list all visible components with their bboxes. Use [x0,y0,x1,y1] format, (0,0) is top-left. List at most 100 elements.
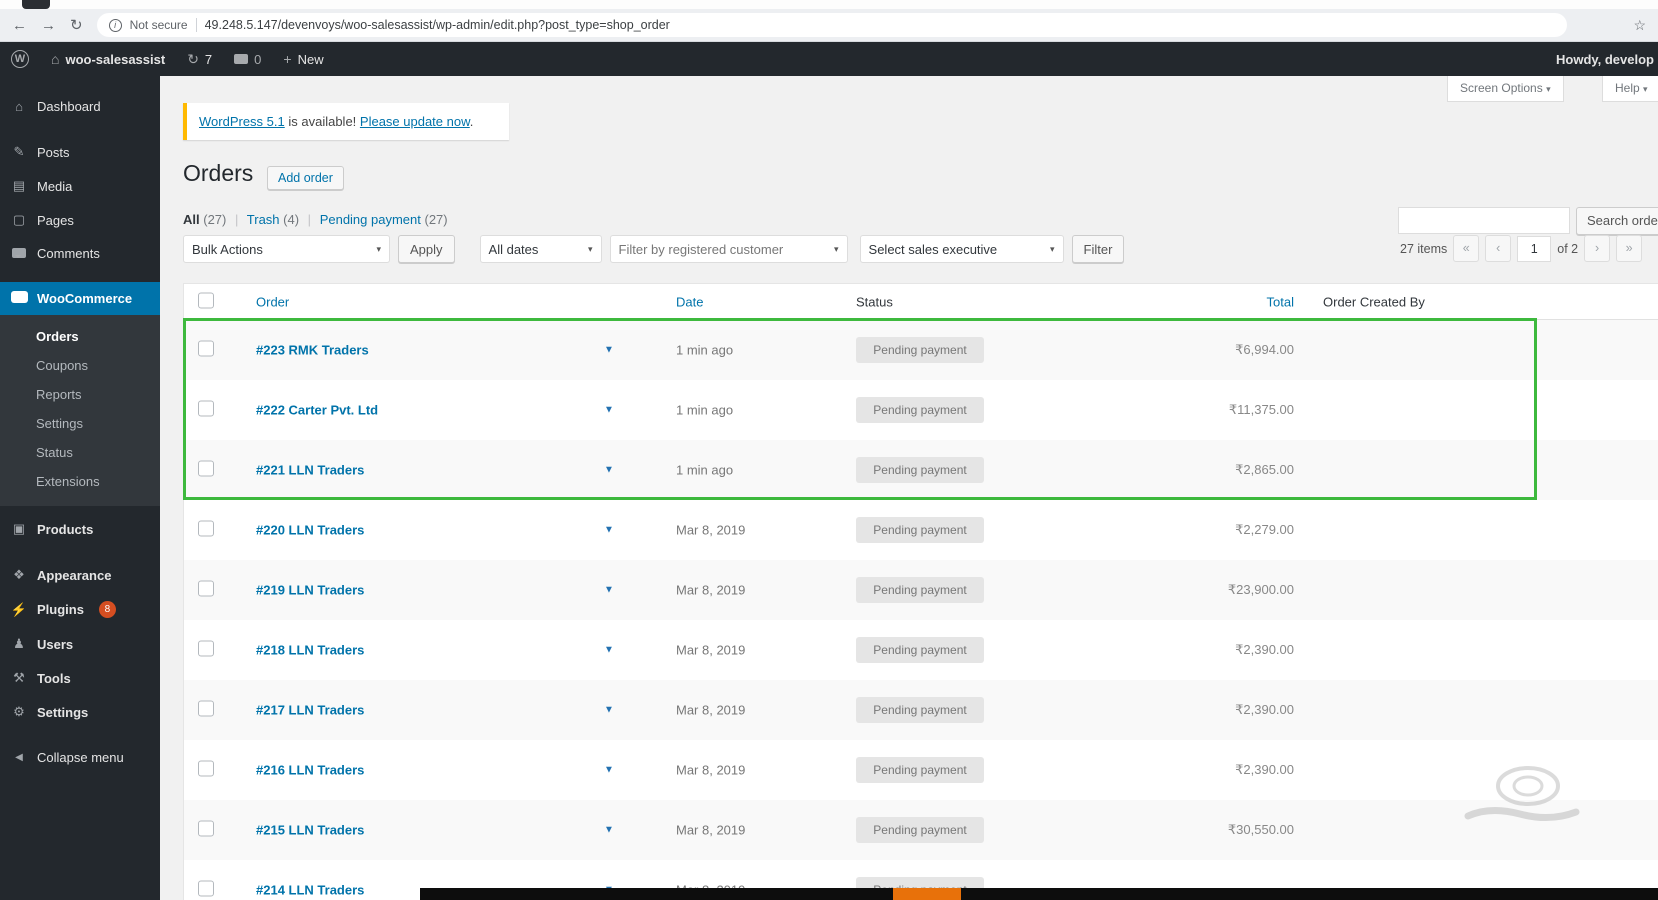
howdy-account-menu[interactable]: Howdy, develop [1556,52,1658,67]
select-order-checkbox[interactable] [198,640,214,657]
forward-icon[interactable]: → [41,17,56,34]
order-preview-icon[interactable]: ▼ [604,705,614,716]
sidebar-item-woocommerce[interactable]: WooCommerce [0,282,160,315]
order-link[interactable]: #223 RMK Traders [256,343,369,358]
sidebar-item-posts[interactable]: ✎ Posts [0,135,160,169]
select-order-checkbox[interactable] [198,340,214,357]
select-order-checkbox[interactable] [198,760,214,777]
bulk-actions-select[interactable]: Bulk Actions ▾ [183,235,390,263]
column-header-date[interactable]: Date [676,294,703,309]
filter-button[interactable]: Filter [1071,235,1125,263]
new-content-menu[interactable]: + New [272,42,334,76]
order-link[interactable]: #221 LLN Traders [256,463,364,478]
sidebar-item-label: Plugins [37,602,84,617]
order-link[interactable]: #219 LLN Traders [256,583,364,598]
order-link[interactable]: #217 LLN Traders [256,703,364,718]
submenu-item-settings[interactable]: Settings [0,409,160,438]
comments-menu[interactable]: 0 [223,42,272,76]
submenu-item-coupons[interactable]: Coupons [0,351,160,380]
select-order-checkbox[interactable] [198,580,214,597]
prev-page-button[interactable]: ‹ [1485,235,1512,262]
bookmark-star-icon[interactable]: ☆ [1633,17,1646,34]
last-page-button[interactable]: » [1616,235,1643,262]
back-icon[interactable]: ← [12,17,27,34]
users-icon: ♟ [13,636,25,651]
column-header-total[interactable]: Total [1164,294,1294,309]
select-order-checkbox[interactable] [198,700,214,717]
select-all-checkbox[interactable] [198,292,214,308]
registered-customer-select[interactable]: Filter by registered customer ▾ [609,235,848,263]
order-link[interactable]: #220 LLN Traders [256,523,364,538]
submenu-item-orders[interactable]: Orders [0,322,160,351]
order-preview-icon[interactable]: ▼ [604,825,614,836]
video-progress-bar[interactable] [420,888,1658,900]
submenu-item-reports[interactable]: Reports [0,380,160,409]
apply-button[interactable]: Apply [398,235,455,263]
home-icon: ⌂ [51,51,60,67]
search-orders-button[interactable]: Search orders [1576,207,1658,235]
order-preview-icon[interactable]: ▼ [604,645,614,656]
sidebar-item-comments[interactable]: Comments [0,237,160,270]
screen-options-label: Screen Options [1460,81,1543,95]
help-tab[interactable]: Help ▾ [1602,76,1658,102]
select-order-checkbox[interactable] [198,400,214,417]
order-link[interactable]: #214 LLN Traders [256,883,364,898]
sidebar-item-users[interactable]: ♟ Users [0,627,160,661]
posts-icon: ✎ [13,144,25,159]
status-badge: Pending payment [856,817,984,843]
order-preview-icon[interactable]: ▼ [604,345,614,356]
order-total: ₹2,279.00 [1235,522,1294,537]
sidebar-item-media[interactable]: ▤ Media [0,169,160,203]
column-header-order[interactable]: Order [256,294,289,309]
all-dates-select[interactable]: All dates ▾ [479,235,602,263]
sidebar-item-dashboard[interactable]: ⌂ Dashboard [0,90,160,123]
status-badge: Pending payment [856,697,984,723]
order-preview-icon[interactable]: ▼ [604,765,614,776]
current-page-input[interactable]: 1 [1517,235,1552,262]
first-page-button[interactable]: « [1453,235,1480,262]
site-info-icon[interactable]: i [108,18,122,32]
wp-logo-menu[interactable]: W [0,42,40,76]
next-page-button[interactable]: › [1584,235,1611,262]
reload-icon[interactable]: ↻ [70,16,83,34]
sidebar-item-appearance[interactable]: ❖ Appearance [0,558,160,592]
order-link[interactable]: #222 Carter Pvt. Ltd [256,403,378,418]
view-all-link[interactable]: All [183,212,200,227]
sidebar-item-pages[interactable]: ▢ Pages [0,203,160,237]
search-orders-input[interactable] [1398,207,1570,234]
select-order-checkbox[interactable] [198,820,214,837]
select-order-checkbox[interactable] [198,520,214,537]
sidebar-item-settings[interactable]: ⚙ Settings [0,695,160,729]
add-order-button[interactable]: Add order [267,166,344,190]
view-trash-link[interactable]: Trash [247,212,280,227]
select-order-checkbox[interactable] [198,460,214,477]
order-link[interactable]: #216 LLN Traders [256,763,364,778]
browser-tab[interactable] [22,0,50,9]
site-name-menu[interactable]: ⌂ woo-salesassist [40,42,176,76]
select-order-checkbox[interactable] [198,880,214,897]
order-preview-icon[interactable]: ▼ [604,465,614,476]
sidebar-item-products[interactable]: ▣ Products [0,512,160,546]
order-preview-icon[interactable]: ▼ [604,525,614,536]
address-bar[interactable]: i Not secure 49.248.5.147/devenvoys/woo-… [96,13,1567,37]
submenu-item-extensions[interactable]: Extensions [0,467,160,496]
plus-icon: + [283,51,292,67]
wordpress-version-link[interactable]: WordPress 5.1 [199,114,285,129]
woocommerce-icon [10,291,28,306]
order-link[interactable]: #218 LLN Traders [256,643,364,658]
update-now-link[interactable]: Please update now [360,114,470,129]
view-pending-link[interactable]: Pending payment [320,212,421,227]
order-link[interactable]: #215 LLN Traders [256,823,364,838]
screen-options-tab[interactable]: Screen Options ▾ [1447,76,1564,102]
order-preview-icon[interactable]: ▼ [604,585,614,596]
sidebar-item-plugins[interactable]: ⚡ Plugins 8 [0,592,160,627]
order-preview-icon[interactable]: ▼ [604,405,614,416]
sales-executive-select[interactable]: Select sales executive ▾ [859,235,1064,263]
sidebar-item-collapse-menu[interactable]: ◀ Collapse menu [0,741,160,774]
table-row: #217 LLN Traders ▼ Mar 8, 2019 Pending p… [184,680,1658,740]
view-pending-count: (27) [424,212,448,227]
sidebar-item-tools[interactable]: ⚒ Tools [0,661,160,695]
updates-menu[interactable]: ↻ 7 [176,42,223,76]
view-all-count: (27) [203,212,227,227]
submenu-item-status[interactable]: Status [0,438,160,467]
